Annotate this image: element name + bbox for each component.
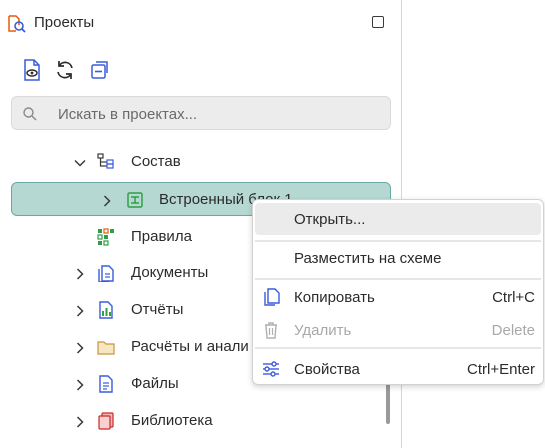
tree-item-label: Библиотека [131,412,213,429]
tree-item-library[interactable]: Библиотека [11,404,391,438]
menu-item-label: Разместить на схеме [294,250,442,267]
refresh-icon [57,61,73,79]
menu-item-shortcut: Delete [491,322,535,339]
menu-separator [255,347,541,349]
tree-item-sostav[interactable]: Состав [11,145,391,179]
chevron-right-icon[interactable] [101,194,113,207]
menu-item-delete[interactable]: Удалить Delete [255,314,541,346]
menu-item-shortcut: Ctrl+Enter [467,361,535,378]
menu-item-shortcut: Ctrl+C [492,289,535,306]
search-box [11,96,391,130]
chevron-right-icon[interactable] [74,415,86,428]
search-icon [22,106,38,127]
menu-item-label: Свойства [294,361,360,378]
panel-header: Проекты [0,0,402,46]
document-eye-icon [24,59,40,81]
copy-icon [261,287,281,307]
search-input[interactable] [56,103,380,125]
menu-separator [255,278,541,280]
menu-item-copy[interactable]: Копировать Ctrl+C [255,281,541,313]
menu-item-label: Удалить [294,322,352,339]
documents-icon [97,264,115,283]
trash-icon [261,320,281,340]
embedded-block-icon [126,191,144,209]
folder-icon [97,338,115,356]
chevron-right-icon[interactable] [74,341,86,354]
menu-item-place-on-scheme[interactable]: Разместить на схеме [255,242,541,274]
tree-item-label: Отчёты [131,301,184,318]
reports-icon [97,301,115,319]
context-menu: Открыть... Разместить на схеме Копироват… [252,199,544,385]
chevron-down-icon[interactable] [74,156,86,168]
tree-item-label: Файлы [131,375,179,392]
settings-sliders-icon [261,359,281,379]
rules-icon [97,228,115,246]
maximize-button[interactable] [372,16,384,28]
menu-item-properties[interactable]: Свойства Ctrl+Enter [255,353,541,385]
tree-item-label: Правила [131,228,192,245]
library-icon [97,412,115,430]
tree-item-label: Расчёты и анали [131,338,249,355]
menu-item-label: Копировать [294,289,375,306]
collapse-all-icon [91,61,108,79]
collapse-all-button[interactable] [88,58,112,82]
tree-item-label: Состав [131,153,181,170]
chevron-right-icon[interactable] [74,378,86,391]
show-document-button[interactable] [20,58,44,82]
menu-item-open[interactable]: Открыть... [255,203,541,235]
chevron-right-icon[interactable] [74,267,86,280]
chevron-right-icon[interactable] [74,304,86,317]
files-icon [97,375,115,393]
refresh-button[interactable] [53,58,77,82]
projects-search-icon [7,14,27,39]
menu-item-label: Открыть... [294,211,366,228]
structure-icon [97,153,115,171]
panel-title: Проекты [34,14,95,31]
tree-item-label: Документы [131,264,209,281]
